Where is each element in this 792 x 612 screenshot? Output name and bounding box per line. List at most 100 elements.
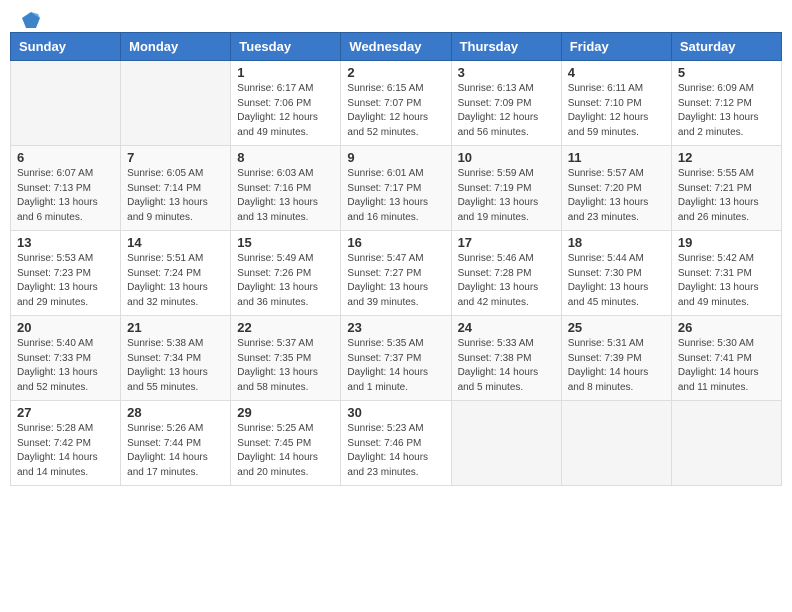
day-number: 22	[237, 320, 334, 335]
day-info: Sunrise: 5:42 AM Sunset: 7:31 PM Dayligh…	[678, 252, 775, 310]
day-number: 3	[458, 65, 555, 80]
calendar-cell	[451, 401, 561, 486]
day-info: Sunrise: 5:31 AM Sunset: 7:39 PM Dayligh…	[568, 337, 665, 395]
day-info: Sunrise: 5:59 AM Sunset: 7:19 PM Dayligh…	[458, 167, 555, 225]
calendar-cell: 14 Sunrise: 5:51 AM Sunset: 7:24 PM Dayli…	[121, 231, 231, 316]
day-info: Sunrise: 5:28 AM Sunset: 7:42 PM Dayligh…	[17, 422, 114, 480]
col-monday: Monday	[121, 33, 231, 61]
day-number: 7	[127, 150, 224, 165]
day-number: 1	[237, 65, 334, 80]
calendar-cell: 9 Sunrise: 6:01 AM Sunset: 7:17 PM Daylig…	[341, 146, 451, 231]
day-info: Sunrise: 6:17 AM Sunset: 7:06 PM Dayligh…	[237, 82, 334, 140]
day-info: Sunrise: 5:40 AM Sunset: 7:33 PM Dayligh…	[17, 337, 114, 395]
calendar-cell: 11 Sunrise: 5:57 AM Sunset: 7:20 PM Dayli…	[561, 146, 671, 231]
calendar-cell: 8 Sunrise: 6:03 AM Sunset: 7:16 PM Daylig…	[231, 146, 341, 231]
calendar-cell: 16 Sunrise: 5:47 AM Sunset: 7:27 PM Dayli…	[341, 231, 451, 316]
day-info: Sunrise: 5:47 AM Sunset: 7:27 PM Dayligh…	[347, 252, 444, 310]
day-number: 27	[17, 405, 114, 420]
page-header	[10, 10, 782, 26]
day-number: 19	[678, 235, 775, 250]
day-info: Sunrise: 5:35 AM Sunset: 7:37 PM Dayligh…	[347, 337, 444, 395]
calendar-cell: 6Sunrise: 6:07 AM Sunset: 7:13 PM Daylig…	[11, 146, 121, 231]
calendar-cell	[11, 61, 121, 146]
calendar-cell: 4 Sunrise: 6:11 AM Sunset: 7:10 PM Daylig…	[561, 61, 671, 146]
day-info: Sunrise: 5:51 AM Sunset: 7:24 PM Dayligh…	[127, 252, 224, 310]
col-sunday: Sunday	[11, 33, 121, 61]
day-info: Sunrise: 6:09 AM Sunset: 7:12 PM Dayligh…	[678, 82, 775, 140]
day-info: Sunrise: 6:11 AM Sunset: 7:10 PM Dayligh…	[568, 82, 665, 140]
calendar-cell	[671, 401, 781, 486]
calendar-cell	[561, 401, 671, 486]
calendar-cell: 2Sunrise: 6:15 AM Sunset: 7:07 PM Daylig…	[341, 61, 451, 146]
day-info: Sunrise: 5:23 AM Sunset: 7:46 PM Dayligh…	[347, 422, 444, 480]
calendar-cell: 30 Sunrise: 5:23 AM Sunset: 7:46 PM Dayli…	[341, 401, 451, 486]
calendar-cell: 5 Sunrise: 6:09 AM Sunset: 7:12 PM Daylig…	[671, 61, 781, 146]
day-number: 21	[127, 320, 224, 335]
day-info: Sunrise: 5:37 AM Sunset: 7:35 PM Dayligh…	[237, 337, 334, 395]
day-number: 8	[237, 150, 334, 165]
calendar-cell: 13 Sunrise: 5:53 AM Sunset: 7:23 PM Dayli…	[11, 231, 121, 316]
day-number: 20	[17, 320, 114, 335]
day-number: 26	[678, 320, 775, 335]
day-number: 14	[127, 235, 224, 250]
logo	[18, 10, 42, 26]
day-info: Sunrise: 6:03 AM Sunset: 7:16 PM Dayligh…	[237, 167, 334, 225]
calendar-cell: 27 Sunrise: 5:28 AM Sunset: 7:42 PM Dayli…	[11, 401, 121, 486]
calendar-cell: 18Sunrise: 5:44 AM Sunset: 7:30 PM Dayli…	[561, 231, 671, 316]
day-number: 28	[127, 405, 224, 420]
day-number: 5	[678, 65, 775, 80]
day-info: Sunrise: 5:25 AM Sunset: 7:45 PM Dayligh…	[237, 422, 334, 480]
calendar-cell: 1 Sunrise: 6:17 AM Sunset: 7:06 PM Daylig…	[231, 61, 341, 146]
calendar-cell: 10 Sunrise: 5:59 AM Sunset: 7:19 PM Dayli…	[451, 146, 561, 231]
col-thursday: Thursday	[451, 33, 561, 61]
day-number: 16	[347, 235, 444, 250]
day-info: Sunrise: 6:13 AM Sunset: 7:09 PM Dayligh…	[458, 82, 555, 140]
calendar-header-row: Sunday Monday Tuesday Wednesday Thursday…	[11, 33, 782, 61]
col-saturday: Saturday	[671, 33, 781, 61]
day-info: Sunrise: 6:01 AM Sunset: 7:17 PM Dayligh…	[347, 167, 444, 225]
day-info: Sunrise: 5:57 AM Sunset: 7:20 PM Dayligh…	[568, 167, 665, 225]
calendar-cell	[121, 61, 231, 146]
week-row-1: 1 Sunrise: 6:17 AM Sunset: 7:06 PM Daylig…	[11, 61, 782, 146]
calendar-cell: 21 Sunrise: 5:38 AM Sunset: 7:34 PM Dayli…	[121, 316, 231, 401]
logo-icon	[20, 10, 42, 32]
calendar-cell: 29 Sunrise: 5:25 AM Sunset: 7:45 PM Dayli…	[231, 401, 341, 486]
day-info: Sunrise: 5:53 AM Sunset: 7:23 PM Dayligh…	[17, 252, 114, 310]
day-number: 29	[237, 405, 334, 420]
calendar-cell: 19 Sunrise: 5:42 AM Sunset: 7:31 PM Dayli…	[671, 231, 781, 316]
calendar-cell: 7 Sunrise: 6:05 AM Sunset: 7:14 PM Daylig…	[121, 146, 231, 231]
week-row-4: 20 Sunrise: 5:40 AM Sunset: 7:33 PM Dayli…	[11, 316, 782, 401]
day-number: 10	[458, 150, 555, 165]
day-info: Sunrise: 5:38 AM Sunset: 7:34 PM Dayligh…	[127, 337, 224, 395]
day-number: 24	[458, 320, 555, 335]
calendar-cell: 17Sunrise: 5:46 AM Sunset: 7:28 PM Dayli…	[451, 231, 561, 316]
day-info: Sunrise: 6:07 AM Sunset: 7:13 PM Dayligh…	[17, 167, 114, 225]
col-tuesday: Tuesday	[231, 33, 341, 61]
day-info: Sunrise: 5:33 AM Sunset: 7:38 PM Dayligh…	[458, 337, 555, 395]
calendar-cell: 26 Sunrise: 5:30 AM Sunset: 7:41 PM Dayli…	[671, 316, 781, 401]
day-info: Sunrise: 6:05 AM Sunset: 7:14 PM Dayligh…	[127, 167, 224, 225]
day-info: Sunrise: 5:49 AM Sunset: 7:26 PM Dayligh…	[237, 252, 334, 310]
day-number: 30	[347, 405, 444, 420]
week-row-2: 6Sunrise: 6:07 AM Sunset: 7:13 PM Daylig…	[11, 146, 782, 231]
calendar-cell: 15 Sunrise: 5:49 AM Sunset: 7:26 PM Dayli…	[231, 231, 341, 316]
calendar-cell: 28 Sunrise: 5:26 AM Sunset: 7:44 PM Dayli…	[121, 401, 231, 486]
day-number: 9	[347, 150, 444, 165]
col-friday: Friday	[561, 33, 671, 61]
calendar-table: Sunday Monday Tuesday Wednesday Thursday…	[10, 32, 782, 486]
day-number: 13	[17, 235, 114, 250]
day-number: 12	[678, 150, 775, 165]
day-number: 4	[568, 65, 665, 80]
day-number: 11	[568, 150, 665, 165]
calendar-cell: 20 Sunrise: 5:40 AM Sunset: 7:33 PM Dayli…	[11, 316, 121, 401]
calendar-cell: 3 Sunrise: 6:13 AM Sunset: 7:09 PM Daylig…	[451, 61, 561, 146]
week-row-5: 27 Sunrise: 5:28 AM Sunset: 7:42 PM Dayli…	[11, 401, 782, 486]
day-number: 23	[347, 320, 444, 335]
week-row-3: 13 Sunrise: 5:53 AM Sunset: 7:23 PM Dayli…	[11, 231, 782, 316]
day-info: Sunrise: 5:44 AM Sunset: 7:30 PM Dayligh…	[568, 252, 665, 310]
calendar-cell: 22 Sunrise: 5:37 AM Sunset: 7:35 PM Dayli…	[231, 316, 341, 401]
day-info: Sunrise: 5:26 AM Sunset: 7:44 PM Dayligh…	[127, 422, 224, 480]
day-number: 15	[237, 235, 334, 250]
day-number: 2	[347, 65, 444, 80]
day-info: Sunrise: 5:30 AM Sunset: 7:41 PM Dayligh…	[678, 337, 775, 395]
